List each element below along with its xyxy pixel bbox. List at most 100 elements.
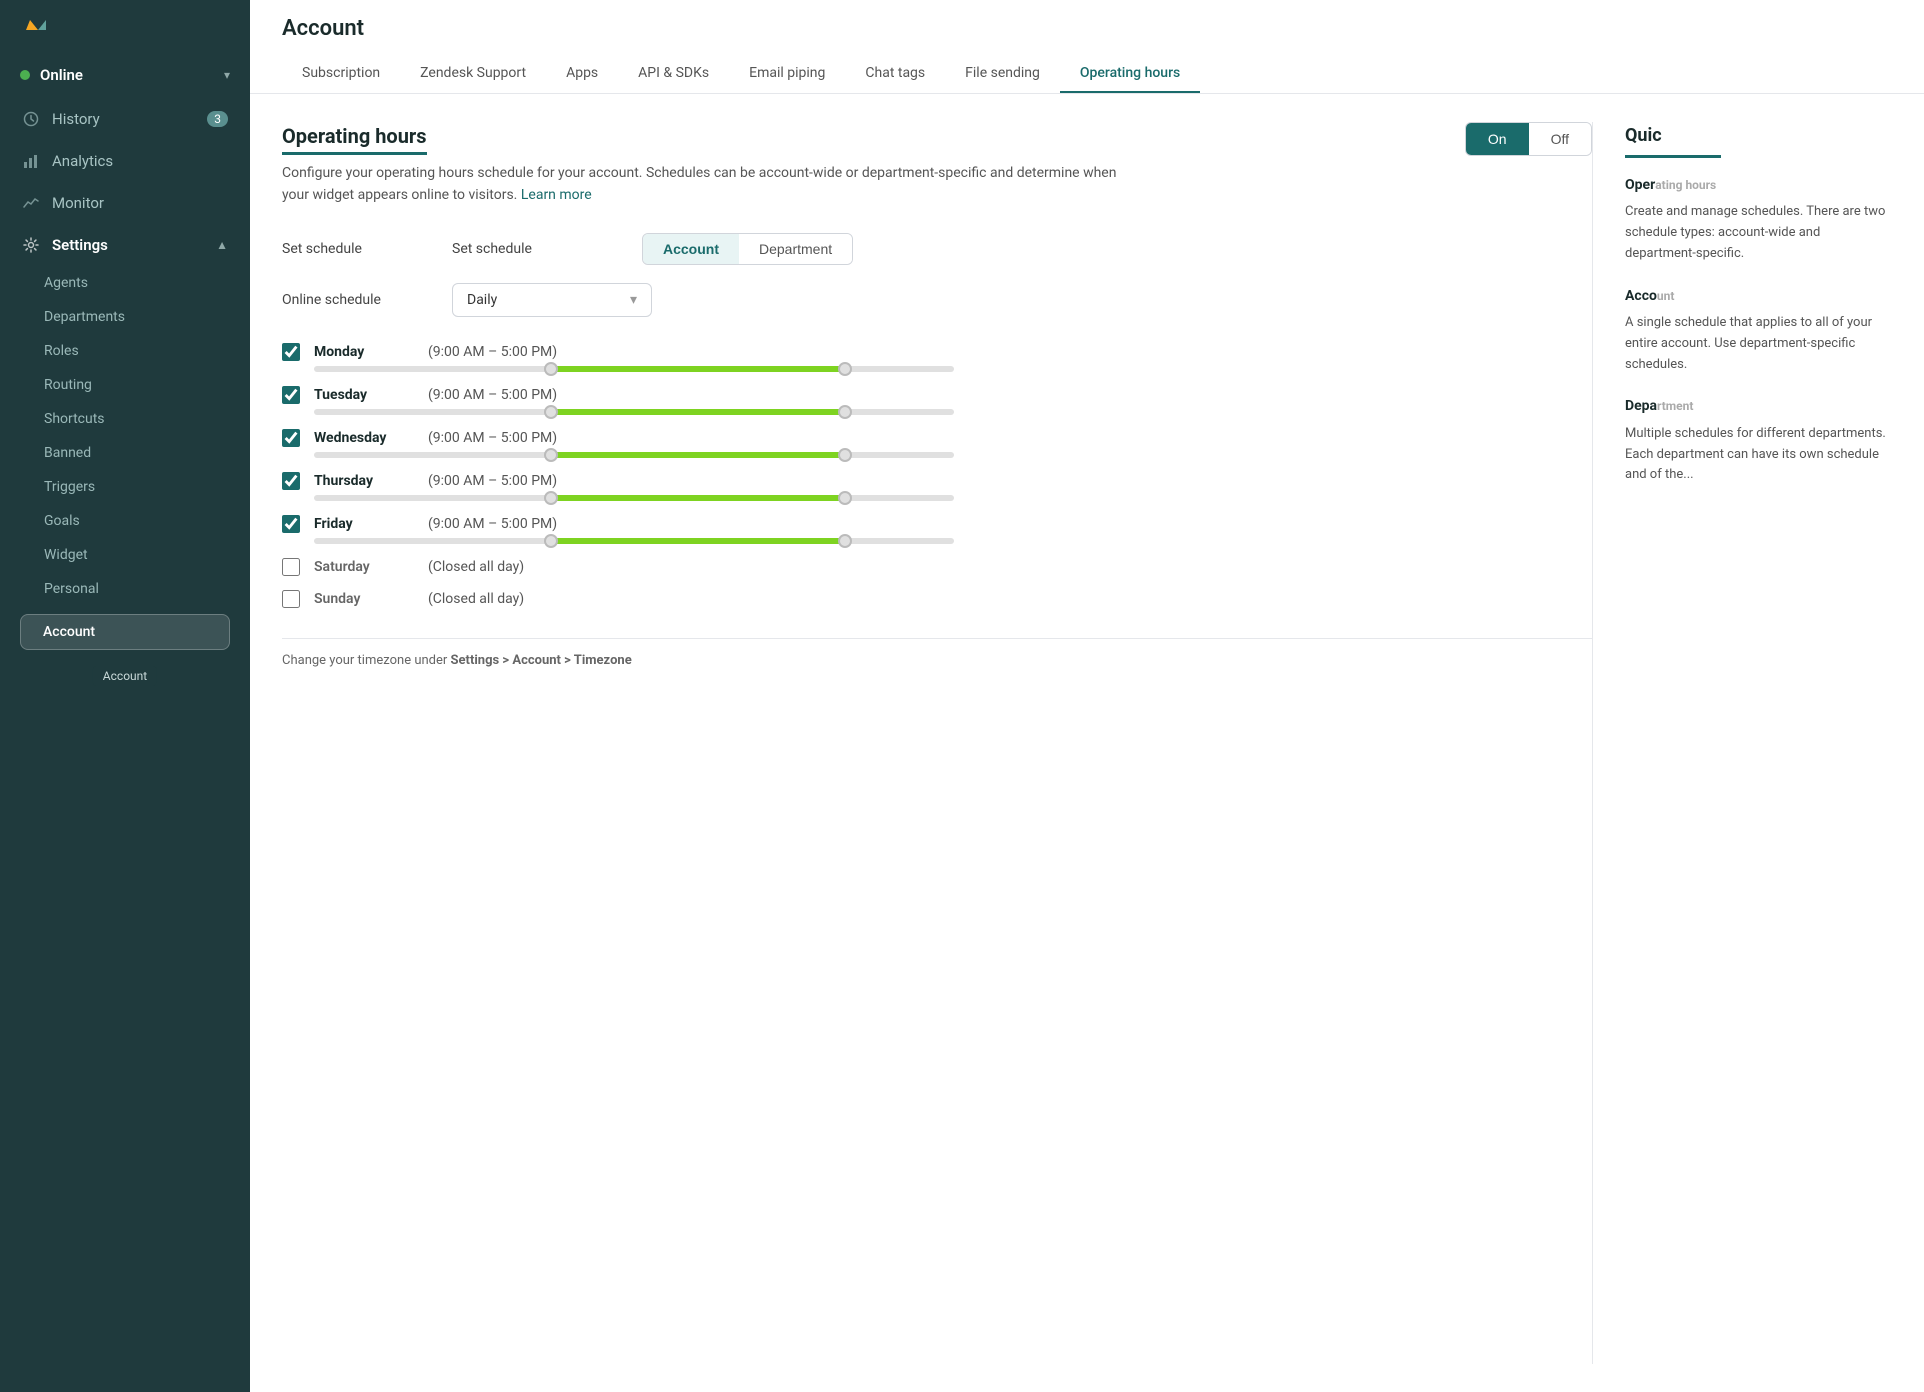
monday-slider[interactable] (314, 366, 954, 372)
sidebar-settings-header[interactable]: Settings ▲ (0, 224, 250, 266)
status-dropdown[interactable]: Online ▾ (0, 56, 250, 98)
saturday-label: Saturday (314, 559, 414, 575)
logo-area (0, 0, 250, 56)
thursday-slider[interactable] (314, 495, 954, 501)
online-schedule-label: Online schedule (282, 292, 452, 308)
thursday-thumb-start[interactable] (544, 491, 558, 505)
day-schedule-list: Monday (9:00 AM – 5:00 PM) (282, 343, 1592, 608)
monday-checkbox[interactable] (282, 343, 300, 361)
sidebar-item-analytics[interactable]: Analytics (0, 140, 250, 182)
friday-thumb-end[interactable] (838, 534, 852, 548)
day-row-saturday: Saturday (Closed all day) (282, 558, 1592, 576)
monday-time: (9:00 AM – 5:00 PM) (428, 344, 557, 360)
history-badge: 3 (207, 111, 228, 127)
set-schedule-placeholder: Set schedule (452, 241, 622, 257)
friday-thumb-start[interactable] (544, 534, 558, 548)
quick-section-department-text: Multiple schedules for different departm… (1625, 424, 1892, 486)
monday-thumb-start[interactable] (544, 362, 558, 376)
friday-time: (9:00 AM – 5:00 PM) (428, 516, 557, 532)
tab-apps[interactable]: Apps (546, 55, 618, 93)
tab-file-sending[interactable]: File sending (945, 55, 1060, 93)
account-department-toggle: Account Department (642, 233, 853, 265)
tuesday-checkbox[interactable] (282, 386, 300, 404)
thursday-thumb-end[interactable] (838, 491, 852, 505)
sidebar-item-routing[interactable]: Routing (0, 368, 250, 402)
set-schedule-row: Set schedule Set schedule Account Depart… (282, 233, 1592, 265)
status-label: Online (40, 66, 83, 84)
tab-subscription[interactable]: Subscription (282, 55, 400, 93)
sidebar-item-account[interactable]: Account (20, 614, 230, 650)
thursday-label: Thursday (314, 473, 414, 489)
tab-chat-tags[interactable]: Chat tags (845, 55, 945, 93)
account-tooltip: Account (93, 666, 157, 686)
friday-slider[interactable] (314, 538, 954, 544)
tuesday-slider-container (282, 409, 1592, 415)
tuesday-slider[interactable] (314, 409, 954, 415)
tab-operating-hours[interactable]: Operating hours (1060, 55, 1200, 93)
wednesday-slider-container (282, 452, 1592, 458)
quick-section-account-text: A single schedule that applies to all of… (1625, 313, 1892, 375)
sidebar-item-personal[interactable]: Personal (0, 572, 250, 606)
quick-section-account: Account A single schedule that applies t… (1625, 285, 1892, 376)
thursday-checkbox[interactable] (282, 472, 300, 490)
page-title: Account (282, 16, 1892, 41)
bar-chart-icon (22, 152, 40, 170)
tab-email-piping[interactable]: Email piping (729, 55, 845, 93)
sidebar-item-widget[interactable]: Widget (0, 538, 250, 572)
sidebar-item-monitor[interactable]: Monitor (0, 182, 250, 224)
department-toggle-btn[interactable]: Department (739, 234, 852, 264)
sidebar-item-shortcuts[interactable]: Shortcuts (0, 402, 250, 436)
thursday-slider-container (282, 495, 1592, 501)
friday-checkbox[interactable] (282, 515, 300, 533)
sunday-checkbox[interactable] (282, 590, 300, 608)
toggle-on-button[interactable]: On (1466, 123, 1529, 155)
monday-fill (551, 366, 845, 372)
monday-slider-container (282, 366, 1592, 372)
operating-hours-title: Operating hours (282, 124, 427, 155)
wednesday-slider[interactable] (314, 452, 954, 458)
tab-zendesk-support[interactable]: Zendesk Support (400, 55, 546, 93)
wednesday-time: (9:00 AM – 5:00 PM) (428, 430, 557, 446)
logo-icon (20, 18, 56, 46)
day-row-friday: Friday (9:00 AM – 5:00 PM) (282, 515, 1592, 544)
sidebar-item-agents[interactable]: Agents (0, 266, 250, 300)
tab-bar: Subscription Zendesk Support Apps API & … (282, 55, 1892, 93)
sidebar-item-triggers[interactable]: Triggers (0, 470, 250, 504)
quick-section-department-title: Department (1625, 395, 1892, 417)
sunday-label: Sunday (314, 591, 414, 607)
tuesday-thumb-end[interactable] (838, 405, 852, 419)
wednesday-label: Wednesday (314, 430, 414, 446)
monday-thumb-end[interactable] (838, 362, 852, 376)
chevron-down-icon: ▾ (224, 68, 230, 82)
bottom-note-text: Change your timezone under Settings > Ac… (282, 653, 632, 668)
day-row-tuesday: Tuesday (9:00 AM – 5:00 PM) (282, 386, 1592, 415)
tuesday-thumb-start[interactable] (544, 405, 558, 419)
account-toggle-btn[interactable]: Account (643, 234, 739, 264)
tuesday-time: (9:00 AM – 5:00 PM) (428, 387, 557, 403)
wednesday-checkbox[interactable] (282, 429, 300, 447)
wednesday-thumb-start[interactable] (544, 448, 558, 462)
quick-guide-panel: Quick guide Operating hours Create and m… (1592, 122, 1892, 1364)
sidebar-item-goals[interactable]: Goals (0, 504, 250, 538)
online-indicator (20, 70, 30, 80)
saturday-checkbox[interactable] (282, 558, 300, 576)
sidebar-item-banned[interactable]: Banned (0, 436, 250, 470)
main-panel: Operating hours On Off Configure your op… (282, 122, 1592, 1364)
clock-icon (22, 110, 40, 128)
sidebar-item-history[interactable]: History 3 (0, 98, 250, 140)
settings-chevron-icon: ▲ (216, 238, 228, 252)
wednesday-thumb-end[interactable] (838, 448, 852, 462)
content-area: Operating hours On Off Configure your op… (250, 94, 1924, 1392)
schedule-dropdown[interactable]: Daily ▾ (452, 283, 652, 317)
thursday-fill (551, 495, 845, 501)
sidebar-item-analytics-label: Analytics (52, 152, 113, 170)
sidebar-item-departments[interactable]: Departments (0, 300, 250, 334)
tab-api-sdks[interactable]: API & SDKs (618, 55, 729, 93)
learn-more-link[interactable]: Learn more (521, 187, 592, 203)
sidebar-item-roles[interactable]: Roles (0, 334, 250, 368)
quick-section-operating: Operating hours Create and manage schedu… (1625, 174, 1892, 265)
friday-slider-container (282, 538, 1592, 544)
toggle-off-button[interactable]: Off (1529, 123, 1591, 155)
gear-icon (22, 236, 40, 254)
settings-label: Settings (52, 236, 108, 254)
